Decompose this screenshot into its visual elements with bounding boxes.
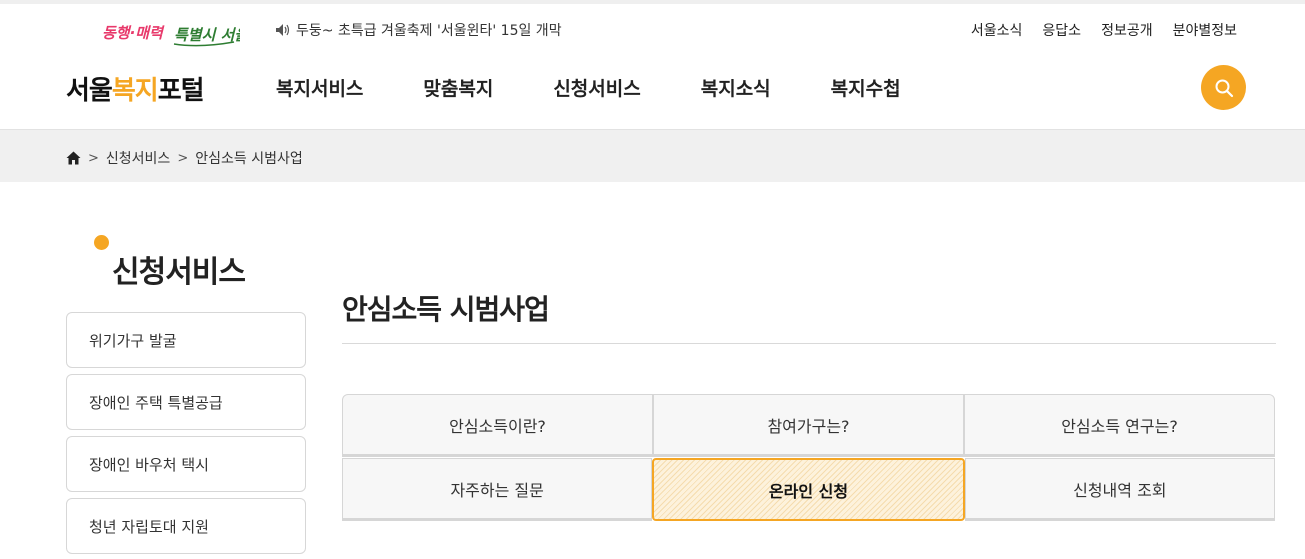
- seoul-slogan-logo[interactable]: 동행·매력 특별시 서울: [100, 18, 240, 48]
- side-item-youth-support[interactable]: 청년 자립토대 지원: [66, 498, 306, 554]
- side-item-disabled-housing[interactable]: 장애인 주택 특별공급: [66, 374, 306, 430]
- side-item-disabled-taxi[interactable]: 장애인 바우처 택시: [66, 436, 306, 492]
- gnb-welfare-news[interactable]: 복지소식: [701, 74, 771, 101]
- side-title: 신청서비스: [112, 255, 246, 290]
- title-divider: [342, 343, 1276, 344]
- breadcrumb-bar: > 신청서비스 > 안심소득 시범사업: [0, 129, 1305, 182]
- svg-text:동행·매력: 동행·매력: [102, 24, 165, 42]
- accent-dot: [94, 235, 109, 250]
- util-link-response[interactable]: 응답소: [1042, 20, 1081, 40]
- gnb-welfare-services[interactable]: 복지서비스: [276, 74, 363, 101]
- home-icon[interactable]: [66, 151, 81, 165]
- notice-text: 두둥~ 초특급 겨울축제 '서울윈타' 15일 개막: [296, 23, 562, 39]
- svg-text:특별시 서울: 특별시 서울: [174, 26, 240, 44]
- notice-ticker[interactable]: 두둥~ 초특급 겨울축제 '서울윈타' 15일 개막: [275, 20, 562, 40]
- chevron-right-icon: >: [88, 150, 99, 166]
- side-menu: 위기가구 발굴 장애인 주택 특별공급 장애인 바우처 택시 청년 자립토대 지…: [66, 312, 306, 559]
- util-link-info-open[interactable]: 정보공개: [1101, 20, 1153, 40]
- search-icon: [1215, 79, 1233, 97]
- breadcrumb: > 신청서비스 > 안심소득 시범사업: [66, 148, 303, 168]
- gnb-welfare-handbook[interactable]: 복지수첩: [831, 74, 901, 101]
- tab-participants[interactable]: 참여가구는?: [653, 394, 964, 457]
- tab-faq[interactable]: 자주하는 질문: [342, 458, 653, 521]
- tab-about[interactable]: 안심소득이란?: [342, 394, 653, 457]
- tab-row-1: 안심소득이란? 참여가구는? 안심소득 연구는?: [342, 394, 1275, 457]
- tab-row-2: 자주하는 질문 온라인 신청 신청내역 조회: [342, 458, 1275, 521]
- global-nav: 복지서비스 맞춤복지 신청서비스 복지소식 복지수첩: [276, 74, 961, 101]
- site-logo[interactable]: 서울복지포털: [66, 70, 205, 107]
- tab-research[interactable]: 안심소득 연구는?: [964, 394, 1275, 457]
- util-link-field-info[interactable]: 분야별정보: [1173, 20, 1237, 40]
- tab-grid: 안심소득이란? 참여가구는? 안심소득 연구는? 자주하는 질문 온라인 신청 …: [342, 394, 1275, 521]
- search-button[interactable]: [1201, 65, 1246, 110]
- page-title: 안심소득 시범사업: [342, 293, 550, 326]
- top-line: [0, 0, 1305, 4]
- breadcrumb-level-1[interactable]: 신청서비스: [106, 148, 170, 168]
- util-link-seoul-news[interactable]: 서울소식: [971, 20, 1023, 40]
- gnb-apply-services[interactable]: 신청서비스: [553, 74, 640, 101]
- brand-part-1: 서울: [66, 76, 113, 106]
- brand-part-3: 포털: [157, 76, 205, 106]
- brand-part-2: 복지: [111, 76, 159, 106]
- speaker-icon: [276, 24, 290, 36]
- side-item-crisis-household[interactable]: 위기가구 발굴: [66, 312, 306, 368]
- chevron-right-icon: >: [177, 150, 189, 166]
- tab-application-history[interactable]: 신청내역 조회: [964, 458, 1275, 521]
- gnb-custom-welfare[interactable]: 맞춤복지: [423, 74, 493, 101]
- tab-online-apply[interactable]: 온라인 신청: [652, 458, 965, 521]
- utility-links: 서울소식 응답소 정보공개 분야별정보: [971, 20, 1237, 40]
- breadcrumb-level-2[interactable]: 안심소득 시범사업: [195, 148, 303, 168]
